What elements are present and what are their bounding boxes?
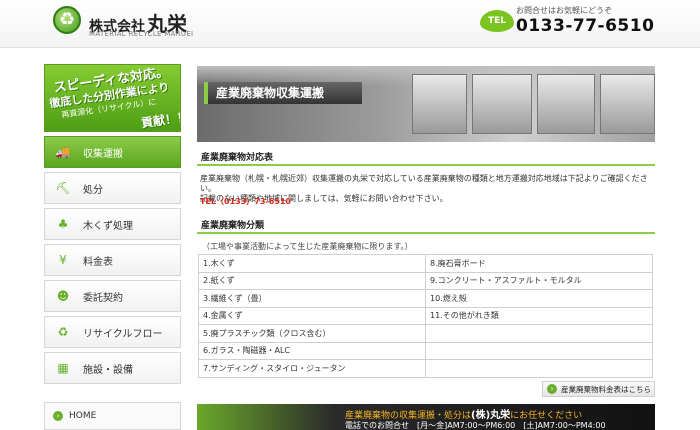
nav-item-facilities[interactable]: ▦ 施設・設備 xyxy=(44,352,181,384)
nav-item-label: 収集運搬 xyxy=(83,148,123,160)
table-row: 6.ガラス・陶磁器・ALC xyxy=(198,341,653,360)
people-icon: ☻ xyxy=(56,289,70,303)
nav-item-price-list[interactable]: ¥ 料金表 xyxy=(44,244,181,276)
home-link[interactable]: › HOME xyxy=(44,402,181,430)
category-table: 1.木くず 8.廃石膏ボード 2.紙くず 9.コンクリート・アスファルト・モルタ… xyxy=(198,254,653,378)
contact-banner-hours: 電話でのお問合せ [月～金]AM7:00～PM6:00 [土]AM7:00～PM… xyxy=(345,421,606,430)
table-cell: 7.サンディング・スタイロ・ジュータン xyxy=(198,359,426,378)
arrow-right-icon: › xyxy=(53,411,63,421)
nav-item-label: 料金表 xyxy=(83,256,113,268)
price-list-link-label: 産業廃棄物料金表はこちら xyxy=(561,384,651,394)
nav-item-wood-waste[interactable]: ♣ 木くず処理 xyxy=(44,208,181,240)
nav-item-disposal[interactable]: ⛏ 処分 xyxy=(44,172,181,204)
price-list-link[interactable]: › 産業廃棄物料金表はこちら xyxy=(542,381,655,397)
nav-item-collection-transport[interactable]: 🚚 収集運搬 xyxy=(44,136,181,168)
arrow-right-icon: › xyxy=(547,384,557,394)
table-cell: 2.紙くず xyxy=(198,271,426,290)
category-note: （工場や事業活動によって生じた産業廃棄物に限ります。） xyxy=(202,242,413,251)
recycle-icon: ♻ xyxy=(57,325,69,339)
table-cell: 5.廃プラスチック類（クロス含む） xyxy=(198,324,426,343)
nav-item-label: 委託契約 xyxy=(83,292,123,304)
section-title-waste-table: 産業廃棄物対応表 xyxy=(197,150,655,166)
table-cell: 9.コンクリート・アスファルト・モルタル xyxy=(425,271,653,290)
table-cell xyxy=(425,359,653,378)
recycle-logo-icon[interactable] xyxy=(53,6,81,34)
nav-item-label: 処分 xyxy=(83,184,103,196)
intro-line-1: 産業廃棄物（札幌・札幌近郊）収集運搬の丸栄で対応している産業廃棄物の種類と地方運… xyxy=(200,174,648,193)
truck-image xyxy=(600,74,655,134)
table-cell: 3.繊維くず（畳） xyxy=(198,289,426,308)
tel-badge-icon: TEL xyxy=(480,10,514,32)
truck-icon: 🚚 xyxy=(55,145,71,159)
promo-banner: スピーディな対応。 徹底した分別作業により 再資源化（リサイクル）に 貢献！！ xyxy=(44,64,181,132)
hero-title: 産業廃棄物収集運搬 xyxy=(204,82,362,104)
nav-item-label: 施設・設備 xyxy=(83,364,133,376)
table-cell: 11.その他がれき類 xyxy=(425,306,653,325)
hero-image xyxy=(197,66,655,142)
table-cell xyxy=(425,341,653,360)
truck-image xyxy=(412,74,467,134)
side-nav: 🚚 収集運搬 ⛏ 処分 ♣ 木くず処理 ¥ 料金表 ☻ 委託契約 ♻ リサイクル… xyxy=(44,136,181,384)
nav-item-contract[interactable]: ☻ 委託契約 xyxy=(44,280,181,312)
table-cell: 8.廃石膏ボード xyxy=(425,254,653,273)
site-header: 株式会社丸栄 MATERIAL RECYCLE MARUEI TEL お問合せは… xyxy=(0,0,700,48)
contact-banner-line-1: 産業廃棄物の収集運搬・処分は(株)丸栄にお任せください xyxy=(345,406,582,421)
table-row: 2.紙くず 9.コンクリート・アスファルト・モルタル xyxy=(198,271,653,290)
building-icon: ▦ xyxy=(57,361,69,375)
tree-icon: ♣ xyxy=(57,217,69,231)
promo-line-4: 貢献！！ xyxy=(140,109,181,131)
table-row: 7.サンディング・スタイロ・ジュータン xyxy=(198,359,653,378)
table-cell: 6.ガラス・陶磁器・ALC xyxy=(198,341,426,360)
section-title-waste-categories: 産業廃棄物分類 xyxy=(197,218,655,234)
tel-note: お問合せはお気軽にどうぞ xyxy=(516,6,612,15)
company-sub-name: MATERIAL RECYCLE MARUEI xyxy=(89,30,194,38)
nav-item-label: 木くず処理 xyxy=(83,220,133,232)
contact-banner[interactable]: 産業廃棄物の収集運搬・処分は(株)丸栄にお任せください 電話でのお問合せ [月～… xyxy=(197,404,655,430)
tel-number[interactable]: 0133-77-6510 xyxy=(516,16,654,36)
truck-image xyxy=(537,74,595,134)
table-row: 4.金属くず 11.その他がれき類 xyxy=(198,306,653,325)
table-row: 1.木くず 8.廃石膏ボード xyxy=(198,254,653,273)
intro-tel[interactable]: TEL（0133）73-6510 xyxy=(200,196,291,207)
nav-item-recycle-flow[interactable]: ♻ リサイクルフロー xyxy=(44,316,181,348)
table-cell xyxy=(425,324,653,343)
nav-item-label: リサイクルフロー xyxy=(83,328,163,340)
table-row: 3.繊維くず（畳） 10.燃え殻 xyxy=(198,289,653,308)
truck-image xyxy=(472,74,532,134)
excavator-icon: ⛏ xyxy=(55,181,71,195)
yen-icon: ¥ xyxy=(59,253,67,267)
table-cell: 1.木くず xyxy=(198,254,426,273)
table-cell: 10.燃え殻 xyxy=(425,289,653,308)
table-cell: 4.金属くず xyxy=(198,306,426,325)
sidebar: スピーディな対応。 徹底した分別作業により 再資源化（リサイクル）に 貢献！！ … xyxy=(44,64,181,388)
table-row: 5.廃プラスチック類（クロス含む） xyxy=(198,324,653,343)
home-label: HOME xyxy=(69,411,97,421)
